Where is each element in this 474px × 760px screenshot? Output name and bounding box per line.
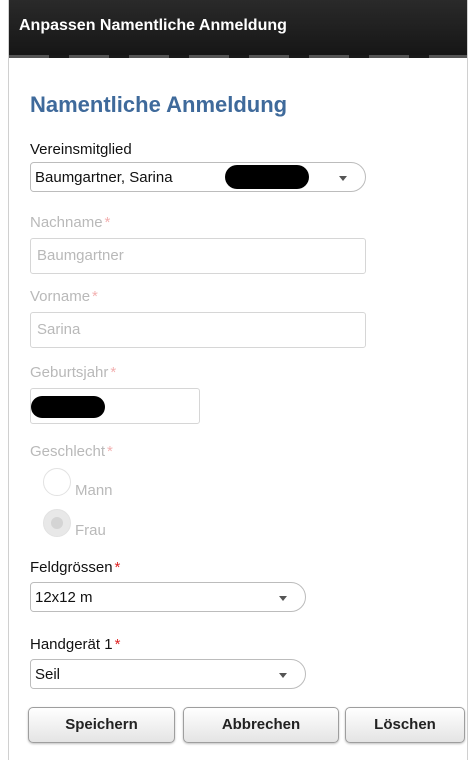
member-select-value: Baumgartner, Sarina [35,169,173,186]
birthyear-label: Geburtsjahr * [30,364,117,381]
required-marker: * [104,214,111,231]
redaction-mark [31,396,105,418]
fieldsize-label: Feldgrössen * [30,559,121,576]
apparatus-label: Handgerät 1 * [30,636,121,653]
required-marker: * [110,364,117,381]
dialog-window: Anpassen Namentliche Anmeldung Namentlic… [8,0,468,760]
gender-radio-mann[interactable] [43,468,71,496]
form-heading: Namentliche Anmeldung [30,92,288,117]
delete-button[interactable]: Löschen [345,707,465,743]
gender-label: Geschlecht * [30,443,113,460]
lastname-field[interactable]: Baumgartner [30,238,366,274]
chevron-down-icon [339,176,347,181]
member-select[interactable]: Baumgartner, Sarina [30,162,366,192]
gender-option-mann-label: Mann [75,482,113,499]
firstname-value: Sarina [37,321,81,338]
firstname-field[interactable]: Sarina [30,312,366,348]
required-marker: * [92,288,98,305]
redaction-mark [225,165,309,189]
save-button[interactable]: Speichern [28,707,175,743]
gender-option-frau-label: Frau [75,522,106,539]
apparatus-select[interactable]: Seil [30,659,306,689]
fieldsize-select[interactable]: 12x12 m [30,582,306,612]
cancel-button[interactable]: Abbrechen [183,707,339,743]
dialog-title-bar: Anpassen Namentliche Anmeldung [9,0,467,58]
lastname-label: Nachname * [30,214,111,231]
firstname-label: Vorname * [30,288,98,305]
chevron-down-icon [279,673,287,678]
required-marker: * [114,636,121,653]
fieldsize-select-value: 12x12 m [35,589,93,606]
gender-radio-frau[interactable] [43,509,71,537]
required-marker: * [114,559,121,576]
dialog-title: Anpassen Namentliche Anmeldung [19,17,287,34]
member-label: Vereinsmitglied [30,141,132,158]
required-marker: * [107,443,113,460]
title-bar-divider [9,55,467,58]
apparatus-select-value: Seil [35,666,61,683]
chevron-down-icon [279,596,287,601]
lastname-value: Baumgartner [37,247,124,264]
